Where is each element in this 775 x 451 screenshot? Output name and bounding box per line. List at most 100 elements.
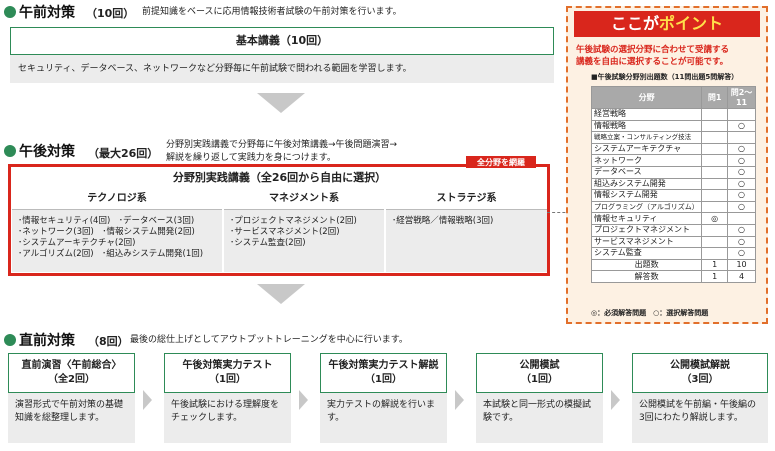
step-body: 本試験と同一形式の模擬試験です。 — [476, 393, 603, 443]
table-row: ネットワーク ○ — [590, 154, 756, 167]
table-row: システム監査 ○ — [590, 247, 756, 260]
table-cell: 1 — [701, 270, 729, 283]
step-body: 実力テストの解説を行います。 — [320, 393, 447, 443]
step-title-count: （1回） — [365, 374, 402, 385]
table-cell — [727, 131, 756, 144]
table-cell: プログラミング（アルゴリズム） — [590, 200, 703, 214]
table-row: サービスマネジメント ○ — [590, 235, 756, 249]
table-cell: 情報戦略 — [590, 119, 703, 133]
table-cell: ○ — [727, 223, 756, 237]
table-header: 分野 — [590, 86, 703, 109]
table-cell: ○ — [727, 154, 756, 167]
table-cell — [701, 247, 729, 260]
table-cell: ○ — [727, 247, 756, 260]
down-arrow-icon — [257, 284, 305, 304]
table-row: プログラミング（アルゴリズム） ○ — [590, 200, 756, 214]
table-total-row: 出題数 1 10 — [590, 258, 756, 272]
list-item: ･ネットワーク(3回) ･情報システム開発(2回) — [18, 227, 195, 237]
point-text-line2: 講義を自由に選択することが可能です。 — [576, 57, 729, 67]
table-header-row: 分野 問1 問2〜11 — [590, 86, 756, 109]
step-title: 直前演習〈午前総合〉 （全2回） — [8, 353, 135, 393]
table-cell: 情報システム開発 — [590, 189, 703, 202]
am-section-desc: 前提知識をベースに応用情報技術者試験の午前対策を行います。 — [142, 7, 402, 17]
list-item: ･システム監査(2回) — [230, 238, 306, 248]
step-title-main: 午後対策実力テスト — [182, 360, 273, 371]
table-cell — [701, 108, 729, 121]
step-title-count: （全2回） — [48, 374, 95, 385]
table-cell — [701, 235, 729, 249]
table-cell: ○ — [727, 142, 756, 156]
step-card-2: 午後対策実力テスト （1回） 午後試験における理解度をチェックします。 — [164, 353, 291, 443]
pm-section-desc-line1: 分野別実践講義で分野毎に午後対策講義→午後問題演習→ — [166, 140, 398, 150]
am-section-count: （10回） — [86, 7, 135, 20]
right-arrow-icon — [455, 390, 464, 410]
table-cell: 1 — [701, 258, 729, 272]
table-cell — [701, 131, 729, 144]
table-cell: ○ — [727, 177, 756, 191]
step-card-3: 午後対策実力テスト解説 （1回） 実力テストの解説を行います。 — [320, 353, 447, 443]
table-cell: 10 — [727, 258, 756, 272]
pm-col-head-management: マネジメント系 — [224, 188, 384, 210]
am-course-desc: セキュリティ、データベース、ネットワークなど分野毎に午前試験で問われる範囲を学習… — [10, 55, 554, 83]
final-section-count: （8回） — [88, 335, 129, 348]
pm-col-body-management: ･プロジェクトマネジメント(2回) ･サービスマネジメント(2回) ･システム監… — [224, 210, 384, 272]
table-cell: ◎ — [701, 212, 729, 225]
table-cell — [701, 165, 729, 179]
table-row: 経営戦略 — [590, 108, 756, 121]
point-title: ここがポイント — [574, 11, 760, 37]
table-row: プロジェクトマネジメント ○ — [590, 223, 756, 237]
table-cell — [727, 212, 756, 225]
step-title-count: （3回） — [681, 374, 719, 385]
point-table: 分野 問1 問2〜11 経営戦略 情報戦略 ○ 戦略立案・コンサルティング技法 シ… — [590, 86, 756, 283]
table-cell: サービスマネジメント — [590, 235, 703, 249]
step-body: 公開模試を午前編・午後編の3回にわたり解説します。 — [632, 393, 768, 443]
right-arrow-icon — [611, 390, 620, 410]
am-section-title: 午前対策 — [19, 5, 75, 21]
table-row: システムアーキテクチャ ○ — [590, 142, 756, 156]
table-cell: データベース — [590, 165, 703, 179]
right-arrow-icon — [143, 390, 152, 410]
step-title: 午後対策実力テスト解説 （1回） — [320, 353, 447, 393]
point-title-a: ここが — [610, 14, 659, 33]
table-cell: 出題数 — [590, 258, 703, 272]
list-item: ･経営戦略／情報戦略(3回) — [392, 216, 494, 226]
step-card-4: 公開模試 （1回） 本試験と同一形式の模擬試験です。 — [476, 353, 603, 443]
table-cell: プロジェクトマネジメント — [590, 223, 703, 237]
pm-col-head-technology: テクノロジ系 — [12, 188, 222, 210]
table-cell: 戦略立案・コンサルティング技法 — [590, 131, 703, 144]
step-title: 公開模試 （1回） — [476, 353, 603, 393]
pm-col-body-strategy: ･経営戦略／情報戦略(3回) — [386, 210, 547, 272]
table-cell: 解答数 — [590, 270, 703, 283]
am-section-bullet-icon — [4, 6, 16, 18]
table-cell: 経営戦略 — [590, 108, 703, 121]
step-title: 公開模試解説 （3回） — [632, 353, 768, 393]
final-section-desc: 最後の総仕上げとしてアウトプットトレーニングを中心に行います。 — [130, 335, 408, 345]
table-cell: ○ — [727, 200, 756, 214]
final-section-bullet-icon — [4, 334, 16, 346]
step-title-main: 公開模試解説 — [670, 360, 730, 371]
table-row: 情報戦略 ○ — [590, 119, 756, 133]
step-title-main: 直前演習〈午前総合〉 — [21, 360, 122, 371]
table-row: 組込みシステム開発 ○ — [590, 177, 756, 191]
am-course-title: 基本講義（10回） — [10, 27, 554, 55]
step-title-main: 午後対策実力テスト解説 — [328, 360, 439, 371]
pm-section-title: 午後対策 — [19, 144, 75, 160]
point-table-caption: ■午後試験分野別出題数（11問出題5問解答） — [591, 73, 739, 81]
table-cell: ○ — [727, 165, 756, 179]
table-cell — [701, 119, 729, 133]
step-card-5: 公開模試解説 （3回） 公開模試を午前編・午後編の3回にわたり解説します。 — [632, 353, 768, 443]
table-cell: システム監査 — [590, 247, 703, 260]
table-header: 問1 — [701, 86, 729, 109]
pm-col-body-technology: ･情報セキュリティ(4回) ･データベース(3回) ･ネットワーク(3回) ･情… — [12, 210, 222, 272]
pm-col-head-strategy: ストラテジ系 — [386, 188, 547, 210]
list-item: ･プロジェクトマネジメント(2回) — [230, 216, 357, 226]
point-text-line1: 午後試験の選択分野に合わせて受講する — [576, 45, 730, 55]
table-cell — [727, 108, 756, 121]
table-cell: 情報セキュリティ — [590, 212, 703, 225]
list-item: ･情報セキュリティ(4回) ･データベース(3回) — [18, 216, 195, 226]
point-title-b: ポイント — [659, 14, 724, 33]
table-cell: ○ — [727, 235, 756, 249]
down-arrow-icon — [257, 93, 305, 113]
list-item: ･サービスマネジメント(2回) — [230, 227, 340, 237]
table-row: データベース ○ — [590, 165, 756, 179]
